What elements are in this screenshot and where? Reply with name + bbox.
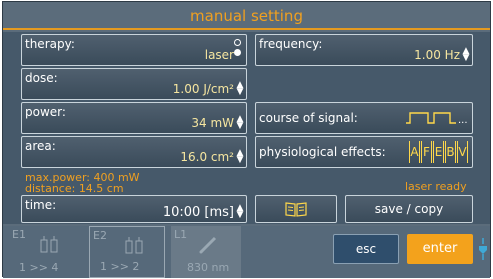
signal-more-label: ... [458,115,468,126]
frequency-label: frequency: [259,37,323,51]
area-value: 16.0 cm² [180,150,234,164]
channel-e1-mode: 1 >> 4 [19,261,59,274]
channel-e2-mode: 1 >> 2 [100,260,140,273]
therapy-radio-icon[interactable] [234,39,242,59]
frequency-field[interactable]: frequency: 1.00 Hz ▲ ▼ [255,34,473,66]
channel-e1[interactable]: E1 1 >> 4 [9,226,83,278]
effect-letter: F [421,141,432,163]
therapy-value: laser [204,48,234,62]
settings-area: therapy: laser frequency: 1.00 Hz ▲ ▼ dos… [3,32,490,224]
channel-l1-mode: 830 nm [187,261,230,274]
time-field[interactable]: time: 10:00 [ms] ▲ ▼ [21,195,247,223]
channel-bar: E1 1 >> 4 E2 1 >> 2 L1 830 nm esc enter [3,226,490,278]
frequency-value: 1.00 Hz [414,48,460,62]
frequency-stepper-icon[interactable]: ▲ ▼ [462,47,470,63]
plug-icon [479,238,487,260]
enter-button[interactable]: enter [407,234,473,264]
dose-field[interactable]: dose: 1.00 J/cm² ▲ ▼ [21,68,247,100]
effect-letter: E [433,141,444,163]
distance-info: distance: 14.5 cm [25,182,124,195]
save-copy-button[interactable]: save / copy [345,195,473,223]
channel-e1-name: E1 [12,228,26,241]
course-of-signal-field[interactable]: course of signal: ... [255,102,473,134]
effect-letter: B [445,141,456,163]
area-field[interactable]: area: 16.0 cm² ▲ ▼ [21,136,247,168]
time-stepper-icon[interactable]: ▲ ▼ [236,204,244,220]
dose-stepper-icon[interactable]: ▲ ▼ [236,81,244,97]
effects-letters: AFEBV [408,141,468,163]
electrode-icon [125,237,143,254]
channel-l1[interactable]: L1 830 nm [171,226,241,278]
course-of-signal-label: course of signal: [259,111,358,125]
therapy-label: therapy: [25,37,75,51]
esc-button[interactable]: esc [333,234,399,264]
dose-label: dose: [25,71,58,85]
power-field[interactable]: power: 34 mW ▲ ▼ [21,102,247,134]
signal-waveform-icon: ... [406,112,468,126]
channel-e2-name: E2 [93,229,107,242]
page-title: manual setting [3,2,490,30]
physiological-effects-label: physiological effects: [259,145,386,159]
laser-probe-icon [199,236,217,254]
time-value: 10:00 [ms] [162,205,234,220]
power-label: power: [25,105,66,119]
time-label: time: [25,198,57,212]
physiological-effects-field[interactable]: physiological effects: AFEBV [255,136,473,168]
power-stepper-icon[interactable]: ▲ ▼ [236,115,244,131]
channel-e2[interactable]: E2 1 >> 2 [89,226,165,278]
dose-value: 1.00 J/cm² [172,82,234,96]
power-value: 34 mW [191,116,234,130]
effect-letter: V [457,141,468,163]
therapy-field[interactable]: therapy: laser [21,34,247,66]
area-stepper-icon[interactable]: ▲ ▼ [236,149,244,165]
effect-letter: A [409,141,420,163]
electrode-icon [40,236,58,253]
book-icon [285,202,307,217]
channel-l1-name: L1 [174,228,188,241]
manual-button[interactable] [255,195,337,223]
status-text: laser ready [405,180,467,193]
device-screen: manual setting therapy: laser frequency:… [2,1,491,278]
area-label: area: [25,139,56,153]
